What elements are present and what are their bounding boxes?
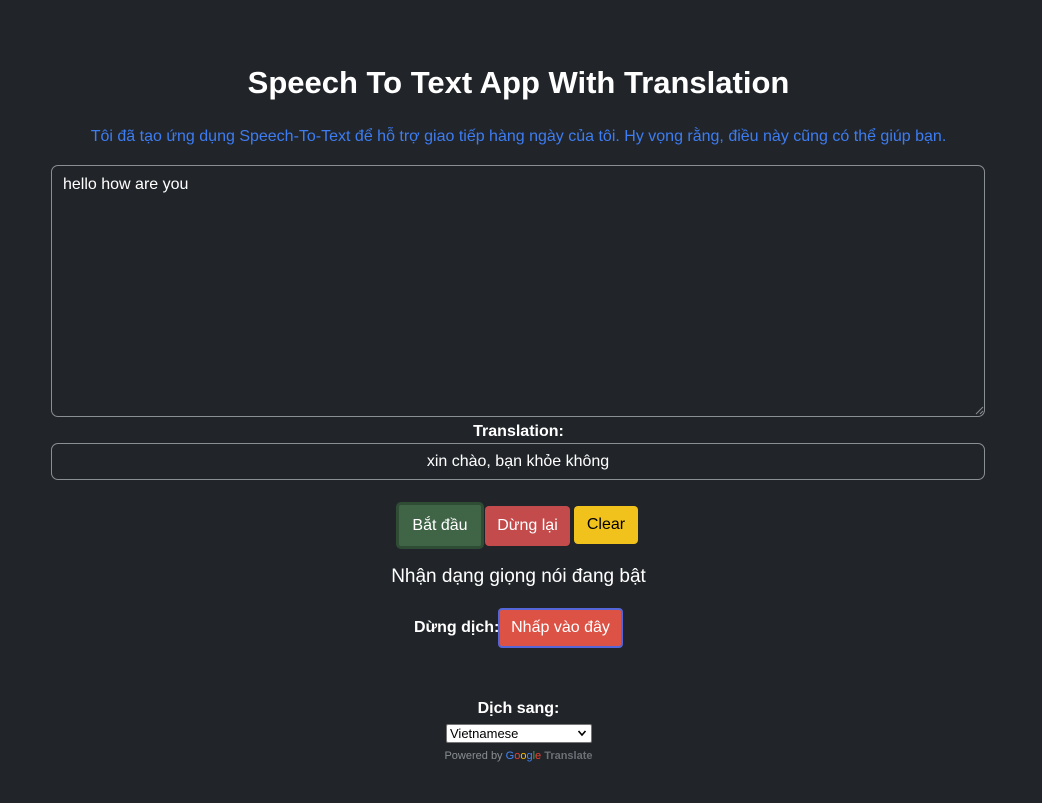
target-language-label: Dịch sang: — [477, 700, 560, 717]
start-button[interactable]: Bắt đầu — [396, 502, 484, 549]
stop-translation-button[interactable]: Nhấp vào đây — [498, 608, 623, 648]
target-language-selected: Vietnamese — [450, 726, 519, 741]
target-language-select[interactable]: Vietnamese — [446, 724, 592, 743]
chevron-down-icon — [577, 730, 587, 737]
stop-translation-label: Dừng dịch: — [414, 619, 500, 636]
speech-textarea[interactable]: hello how are you — [51, 165, 985, 417]
page-subtitle: Tôi đã tạo ứng dụng Speech-To-Text để hỗ… — [90, 128, 947, 145]
google-logo: Google — [505, 750, 542, 762]
translate-product-name: Translate — [544, 750, 593, 762]
resize-grip-icon[interactable] — [975, 406, 984, 415]
translation-label: Translation: — [473, 423, 564, 440]
speech-to-text-page: Speech To Text App With Translation Tôi … — [0, 0, 1042, 803]
clear-button[interactable]: Clear — [574, 506, 638, 544]
powered-by-prefix: Powered by — [444, 750, 503, 762]
page-title: Speech To Text App With Translation — [247, 65, 790, 100]
powered-by-google-translate[interactable]: Powered by Google Translate — [0, 749, 1037, 763]
translation-output: xin chào, bạn khỏe không — [51, 443, 985, 480]
recognition-status: Nhận dạng giọng nói đang bật — [391, 566, 646, 587]
stop-button[interactable]: Dừng lại — [485, 506, 570, 546]
